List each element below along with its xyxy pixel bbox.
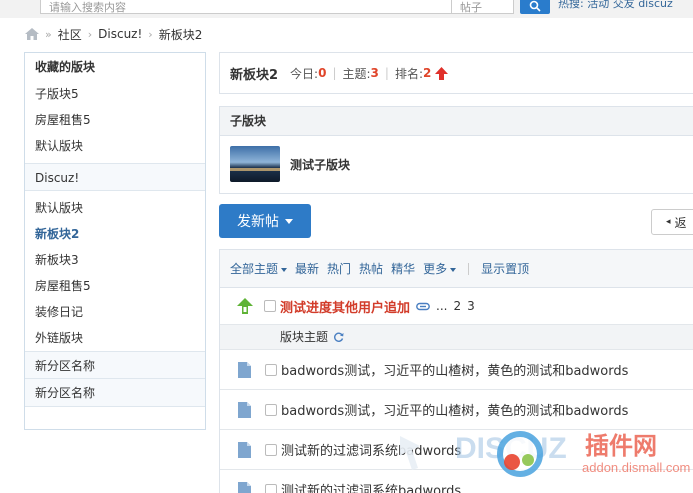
sidebar-item-fav[interactable]: 房屋租售5 [25,107,205,133]
sidebar-item-forum-active[interactable]: 新板块2 [25,221,205,247]
sidebar-item-forum[interactable]: 装修日记 [25,299,205,325]
today-value: 0 [318,66,327,80]
subforum-thumbnail[interactable] [230,146,280,182]
topics-label: 主题: [342,66,371,81]
thread-filter-bar: 全部主题 最新 热门 热帖 精华 更多 显示置顶 [220,250,693,288]
show-pinned-toggle[interactable]: 显示置顶 [481,260,529,277]
breadcrumb-community[interactable]: 社区 [58,26,82,43]
page-link[interactable]: 3 [467,299,475,313]
filter-hot-posts[interactable]: 热帖 [359,260,383,277]
thread-title[interactable]: badwords测试，习近平的山楂树，黄色的测试和badwords [281,400,628,419]
breadcrumb-separator: › [148,27,153,41]
thread-title[interactable]: 测试新的过滤词系统badwords [281,440,461,459]
pinned-thread-title[interactable]: 测试进度其他用户追加 [280,297,410,316]
doc-icon [238,441,251,458]
thread-checkbox[interactable] [265,403,277,416]
page-ellipsis: ... [436,299,448,313]
sidebar-item-forum[interactable]: 默认版块 [25,195,205,221]
sidebar-item-fav[interactable]: 默认版块 [25,133,205,159]
back-label: 返 [674,215,687,230]
topics-value: 3 [370,66,379,80]
thread-row[interactable]: badwords测试，习近平的山楂树，黄色的测试和badwords [220,350,693,390]
filter-divider [468,262,470,275]
stat-divider: | [332,66,337,80]
attach-icon [416,302,430,310]
breadcrumb: » 社区 › Discuz! › 新板块2 [25,26,202,42]
today-label: 今日: [290,66,319,81]
chevron-down-icon [285,218,293,224]
thread-row[interactable]: 测试新的过滤词系统badwords [220,470,693,493]
thread-checkbox[interactable] [264,300,276,312]
thread-checkbox[interactable] [265,483,277,493]
back-button[interactable]: ◂ 返 [651,209,693,235]
doc-icon [238,481,251,493]
subforum-section-title: 子版块 [220,107,693,136]
thread-pages: ... 2 3 [436,299,481,313]
page-link[interactable]: 2 [453,299,461,313]
breadcrumb-separator: » [45,27,52,41]
stat-divider: | [384,66,389,80]
subforum-panel: 子版块 测试子版块 [219,106,693,194]
pinned-thread-row[interactable]: 测试进度其他用户追加 ... 2 3 [220,288,693,324]
favorites-title: 收藏的版块 [35,60,96,74]
search-button[interactable] [520,0,550,14]
forum-header: 新板块2 今日: 0 | 主题: 3 | 排名: 2 [219,52,693,94]
filter-digest[interactable]: 精华 [391,260,415,277]
chevron-left-icon: ◂ [666,217,671,227]
filter-all-topics[interactable]: 全部主题 [230,260,287,277]
sidebar-group-title[interactable]: 新分区名称 [25,351,205,379]
filter-more[interactable]: 更多 [423,260,456,277]
search-icon [529,0,541,12]
thread-title[interactable]: badwords测试，习近平的山楂树，黄色的测试和badwords [281,360,628,379]
filter-latest[interactable]: 最新 [295,260,319,277]
search-type-select[interactable]: 帖子 [452,0,514,14]
sidebar-group-title[interactable]: 新分区名称 [25,379,205,407]
hot-search-links[interactable]: 热搜: 活动 交友 discuz [558,0,673,11]
filter-hot[interactable]: 热门 [327,260,351,277]
sidebar-item-fav[interactable]: 子版块5 [25,81,205,107]
forum-sidebar: 收藏的版块 子版块5 房屋租售5 默认版块 Discuz! 默认版块 新板块2 … [24,52,206,430]
thread-checkbox[interactable] [265,363,277,376]
forum-threads-title: 版块主题 [280,330,329,344]
thread-row[interactable]: 测试新的过滤词系统badwords [220,430,693,470]
breadcrumb-current: 新板块2 [158,27,203,42]
rank-up-icon [435,66,449,80]
subforum-name[interactable]: 测试子版块 [290,156,350,173]
sidebar-group-title[interactable]: Discuz! [25,163,205,191]
breadcrumb-separator: › [87,27,93,41]
thread-checkbox[interactable] [265,443,277,456]
home-icon[interactable] [25,28,39,40]
refresh-icon[interactable] [333,332,344,343]
new-post-button[interactable]: 发新帖 [219,204,311,238]
subforum-row[interactable]: 测试子版块 [220,136,693,192]
forum-title: 新板块2 [230,67,279,83]
pin-up-icon [237,298,253,314]
breadcrumb-discuz[interactable]: Discuz! [98,27,142,41]
thread-list: 全部主题 最新 热门 热帖 精华 更多 显示置顶 测试进度其他用户追加 ... 2… [219,249,693,493]
thread-row[interactable]: badwords测试，习近平的山楂树，黄色的测试和badwords [220,390,693,430]
top-search-bar: 请输入搜索内容 帖子 热搜: 活动 交友 discuz [0,0,693,18]
sidebar-item-forum[interactable]: 新板块3 [25,247,205,273]
sidebar-item-forum[interactable]: 外链版块 [25,325,205,351]
forum-threads-header: 版块主题 [220,324,693,350]
sidebar-item-forum[interactable]: 房屋租售5 [25,273,205,299]
doc-icon [238,361,251,378]
rank-value: 2 [423,66,432,80]
thread-title[interactable]: 测试新的过滤词系统badwords [281,480,461,493]
rank-label: 排名: [394,66,423,81]
search-input[interactable]: 请输入搜索内容 [40,0,452,14]
doc-icon [238,401,251,418]
new-post-label: 发新帖 [237,214,279,230]
